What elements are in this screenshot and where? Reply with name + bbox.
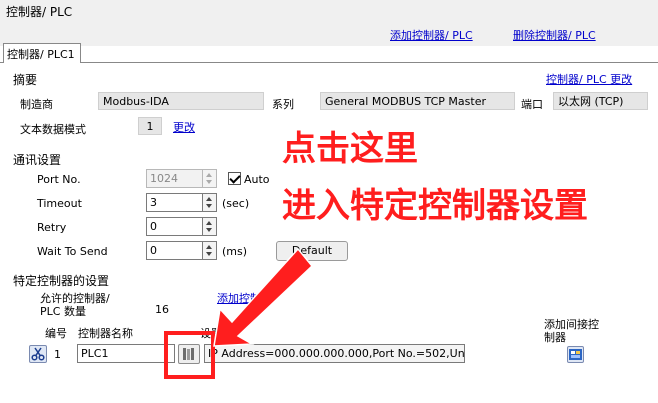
- tab-label: 控制器/ PLC1: [7, 48, 75, 61]
- settings-book-icon: [183, 348, 194, 360]
- add-controller-link[interactable]: 添加控制器/ PLC: [390, 27, 473, 43]
- timeout-unit: (sec): [222, 197, 250, 210]
- retry-input[interactable]: 0: [146, 217, 203, 236]
- default-button[interactable]: Default: [276, 241, 348, 261]
- maker-label: 制造商: [20, 98, 53, 111]
- maker-value: Modbus-IDA: [98, 92, 264, 110]
- indirect-label-line2: 制器: [544, 331, 566, 344]
- row-number: 1: [54, 348, 61, 361]
- text-mode-label: 文本数据模式: [20, 123, 86, 136]
- scissors-icon: [31, 347, 45, 361]
- delete-row-icon[interactable]: [29, 345, 47, 363]
- settings-summary-text: IP Address=000.000.000.000,Port No.=502,…: [208, 347, 465, 360]
- port-label: 端口: [521, 98, 543, 111]
- port-no-label: Port No.: [37, 173, 81, 186]
- timeout-label: Timeout: [37, 197, 82, 210]
- port-no-spinner[interactable]: [203, 169, 217, 188]
- add-indirect-controller-button[interactable]: [567, 346, 584, 363]
- allowed-label-line2: PLC 数量: [40, 305, 86, 318]
- port-no-input[interactable]: 1024: [146, 169, 203, 188]
- summary-heading: 摘要: [13, 73, 38, 87]
- wait-spinner[interactable]: [203, 241, 217, 260]
- port-value: 以太网 (TCP): [553, 92, 648, 110]
- text-mode-value: 1: [138, 117, 162, 135]
- column-name: 控制器名称: [78, 327, 133, 340]
- controller-name-input[interactable]: PLC1: [77, 344, 175, 363]
- settings-summary-field: IP Address=000.000.000.000,Port No.=502,…: [204, 344, 465, 363]
- column-settings: 设置: [200, 327, 222, 340]
- text-mode-change-link[interactable]: 更改: [173, 119, 195, 135]
- tab-panel-border: [0, 62, 658, 63]
- specific-settings-button[interactable]: [178, 344, 200, 364]
- page-title: 控制器/ PLC: [6, 5, 73, 19]
- series-label: 系列: [272, 98, 294, 111]
- delete-controller-link[interactable]: 删除控制器/ PLC: [513, 27, 596, 43]
- specific-heading: 特定控制器的设置: [13, 274, 110, 288]
- controller-change-link[interactable]: 控制器/ PLC 更改: [546, 71, 632, 87]
- wait-input[interactable]: 0: [146, 241, 203, 260]
- retry-spinner[interactable]: [203, 217, 217, 236]
- wait-unit: (ms): [222, 245, 248, 258]
- comm-heading: 通讯设置: [13, 153, 62, 167]
- retry-label: Retry: [37, 221, 67, 234]
- column-number: 编号: [45, 327, 67, 340]
- annotation-line1: 点击这里: [282, 129, 418, 169]
- indirect-controller-icon: [569, 349, 582, 360]
- timeout-spinner[interactable]: [203, 193, 217, 212]
- auto-label: Auto: [244, 173, 270, 186]
- auto-checkbox[interactable]: [228, 172, 241, 185]
- tab-plc1[interactable]: 控制器/ PLC1: [3, 43, 81, 63]
- annotation-line2: 进入特定控制器设置: [282, 186, 588, 226]
- wait-label: Wait To Send: [37, 245, 108, 258]
- allowed-count: 16: [155, 303, 169, 316]
- series-value: General MODBUS TCP Master: [320, 92, 515, 110]
- add-controller-row-link[interactable]: 添加控制器: [217, 290, 272, 306]
- timeout-input[interactable]: 3: [146, 193, 203, 212]
